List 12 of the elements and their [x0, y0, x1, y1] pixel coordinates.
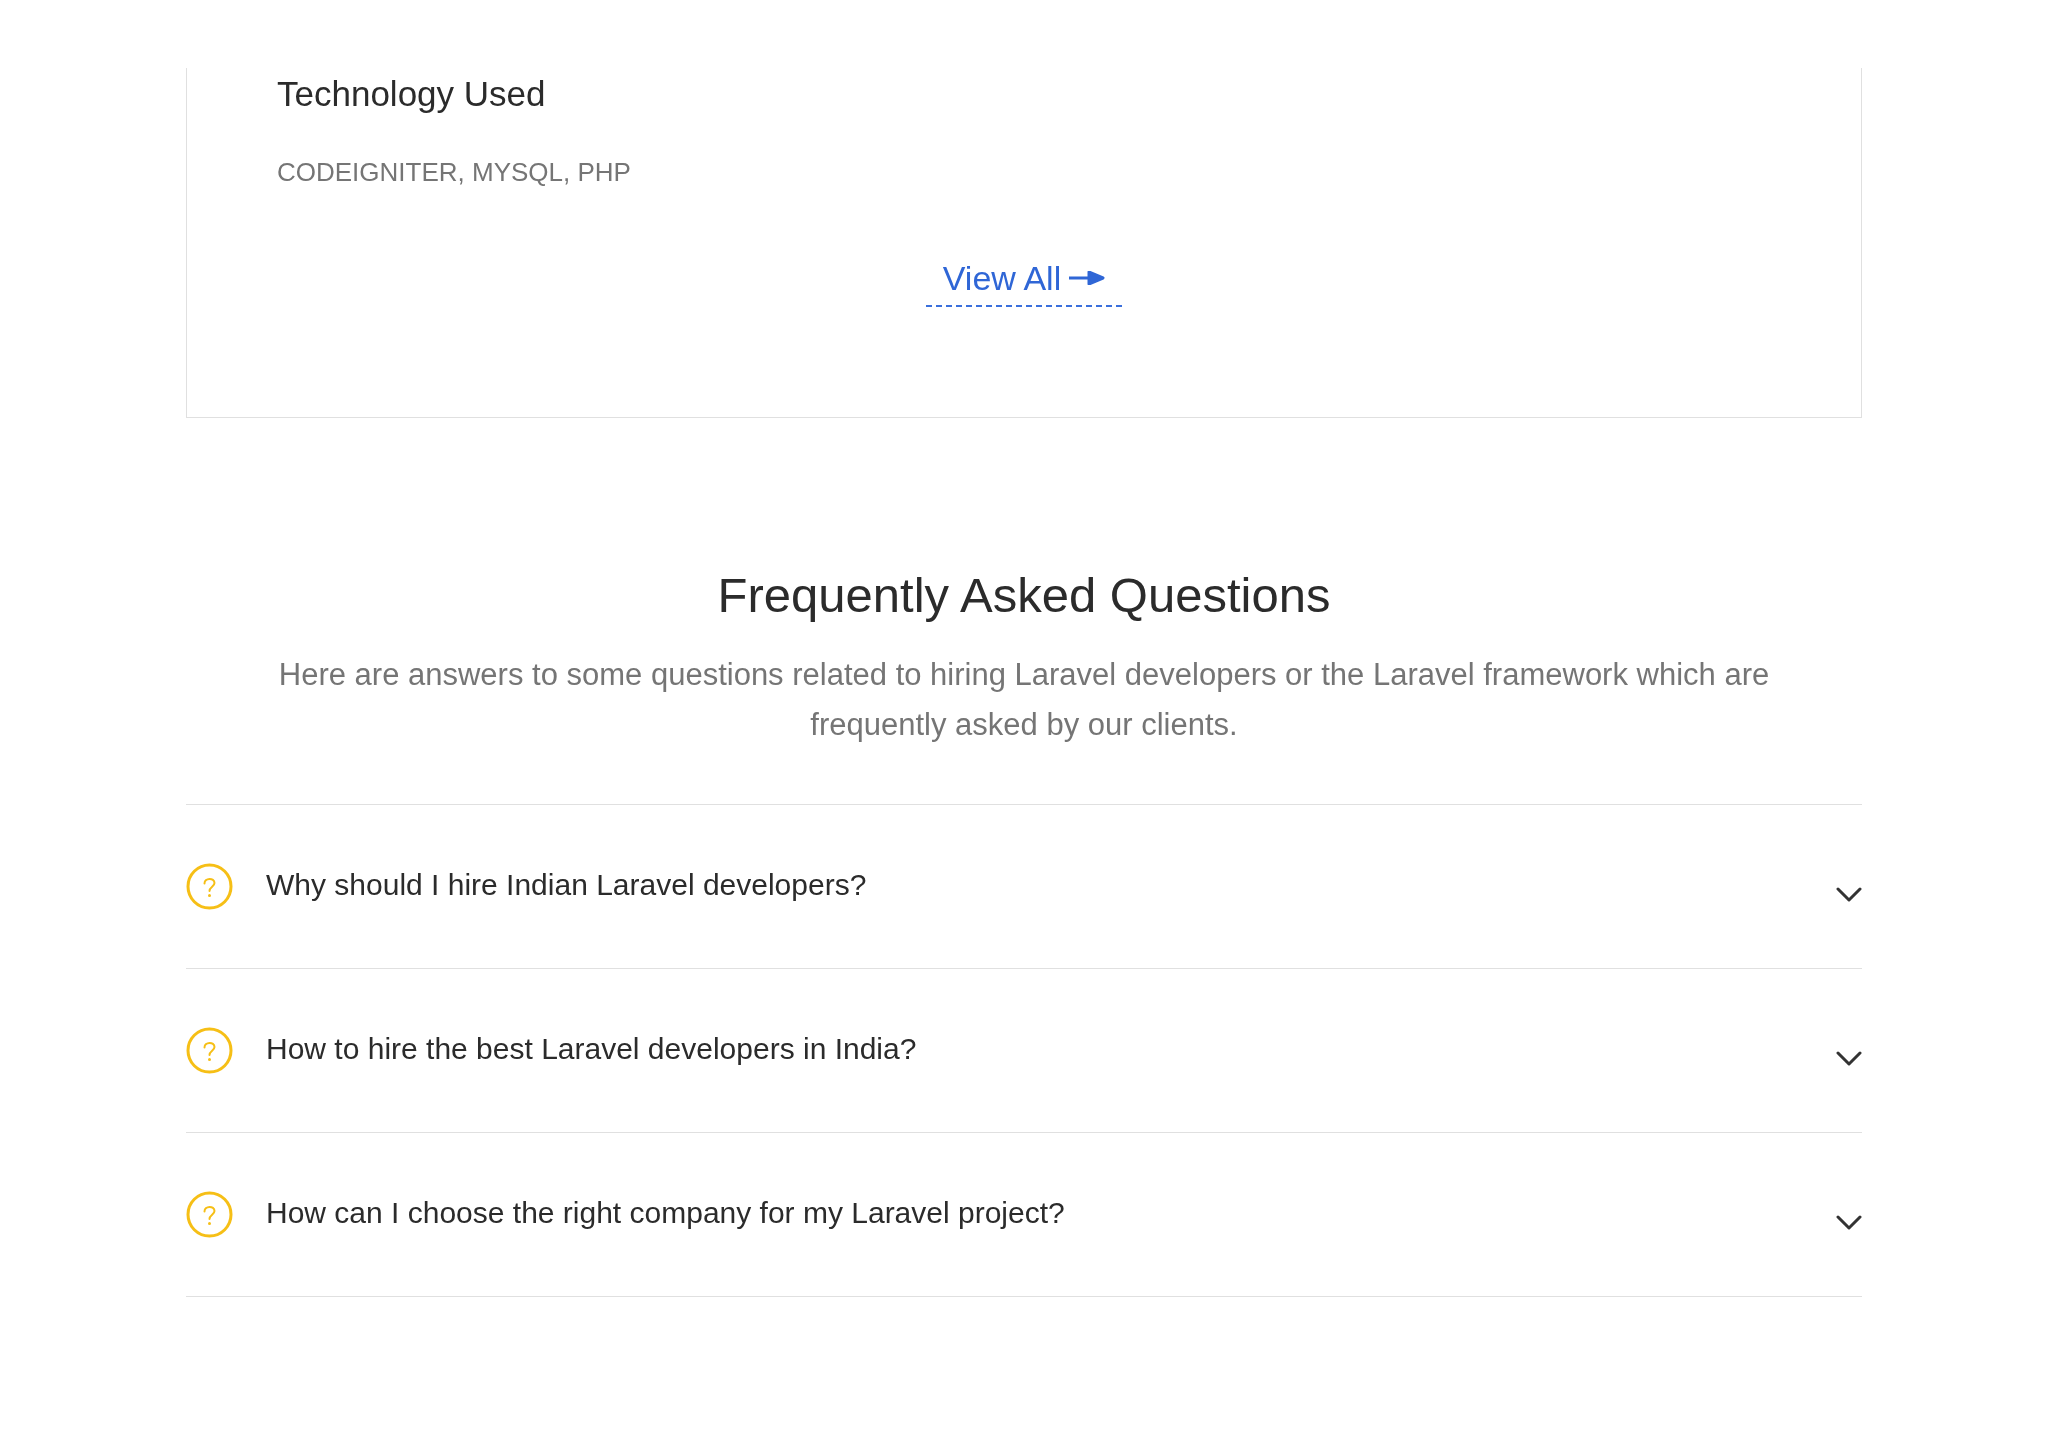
faq-question-button[interactable]: How can I choose the right company for my Laravel project? [186, 1133, 1862, 1296]
technologies-text: CODEIGNITER, MYSQL, PHP [277, 156, 631, 189]
question-circle-icon [186, 863, 233, 910]
faq-question-button[interactable]: How to hire the best Laravel developers in India? [186, 969, 1862, 1132]
faq-title: Frequently Asked Questions [716, 567, 1332, 624]
faq-question-button[interactable]: Why should I hire Indian Laravel developers? [186, 805, 1862, 968]
question-circle-icon [186, 1027, 233, 1074]
technology-heading: Technology Used [277, 73, 546, 115]
question-circle-icon [186, 1191, 233, 1238]
arrow-right-icon [1069, 271, 1106, 285]
faq-intro: Here are answers to some questions related to hiring Laravel developers or the Laravel framework which are frequently asked by our clients. [277, 656, 1771, 744]
view-all-link[interactable]: View All [925, 257, 1123, 307]
